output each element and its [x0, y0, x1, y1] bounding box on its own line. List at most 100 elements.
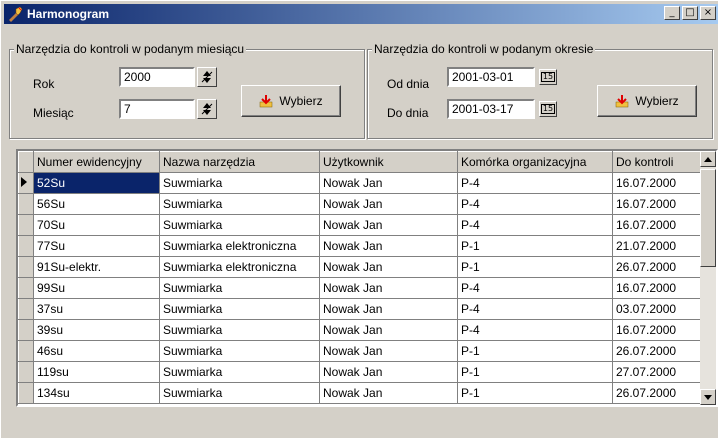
- maximize-button[interactable]: □: [682, 6, 698, 20]
- table-cell[interactable]: 37su: [33, 298, 160, 320]
- from-calendar-button[interactable]: 15: [539, 69, 557, 85]
- scroll-up-button[interactable]: [700, 151, 716, 167]
- table-cell[interactable]: P-4: [457, 298, 613, 320]
- table-cell[interactable]: 39su: [33, 319, 160, 341]
- table-cell[interactable]: Suwmiarka: [159, 340, 320, 362]
- column-header[interactable]: Komórka organizacyjna: [457, 151, 613, 173]
- row-indicator[interactable]: [18, 172, 34, 194]
- table-cell[interactable]: 99Su: [33, 277, 160, 299]
- to-date-field[interactable]: 2001-03-17: [447, 99, 535, 119]
- table-cell[interactable]: 46su: [33, 340, 160, 362]
- column-header[interactable]: Do kontroli: [612, 151, 703, 173]
- close-button[interactable]: ×: [700, 6, 716, 20]
- table-row[interactable]: 39su Suwmiarka Nowak Jan P-4 16.07.2000: [18, 319, 703, 341]
- table-row[interactable]: 119su Suwmiarka Nowak Jan P-1 27.07.2000: [18, 361, 703, 383]
- row-indicator[interactable]: [18, 319, 34, 341]
- table-row[interactable]: 91Su-elektr. Suwmiarka elektroniczna Nowak…: [18, 256, 703, 278]
- table-cell[interactable]: Suwmiarka: [159, 214, 320, 236]
- table-row[interactable]: 77Su Suwmiarka elektroniczna Nowak Jan P-1 2…: [18, 235, 703, 257]
- table-row[interactable]: 52Su Suwmiarka Nowak Jan P-4 16.07.2000: [18, 172, 703, 194]
- table-cell[interactable]: 26.07.2000: [612, 382, 703, 404]
- table-cell[interactable]: 27.07.2000: [612, 361, 703, 383]
- from-date-field[interactable]: 2001-03-01: [447, 67, 535, 87]
- table-cell[interactable]: Nowak Jan: [319, 256, 458, 278]
- table-cell[interactable]: Suwmiarka elektroniczna: [159, 235, 320, 257]
- table-cell[interactable]: Nowak Jan: [319, 298, 458, 320]
- row-indicator[interactable]: [18, 340, 34, 362]
- row-indicator[interactable]: [18, 361, 34, 383]
- table-cell[interactable]: P-1: [457, 382, 613, 404]
- schedule-grid[interactable]: Numer ewidencyjny Nazwa narzędzia Użytko…: [16, 149, 718, 407]
- table-cell[interactable]: 16.07.2000: [612, 214, 703, 236]
- table-cell[interactable]: 16.07.2000: [612, 172, 703, 194]
- table-row[interactable]: 134su Suwmiarka Nowak Jan P-1 26.07.2000: [18, 382, 703, 404]
- table-cell[interactable]: Nowak Jan: [319, 382, 458, 404]
- table-cell[interactable]: P-1: [457, 361, 613, 383]
- table-cell[interactable]: Suwmiarka elektroniczna: [159, 256, 320, 278]
- table-cell[interactable]: 56Su: [33, 193, 160, 215]
- period-select-button[interactable]: Wybierz: [597, 85, 697, 117]
- vertical-scrollbar[interactable]: [700, 151, 716, 405]
- table-cell[interactable]: Nowak Jan: [319, 172, 458, 194]
- year-spinner[interactable]: [197, 67, 217, 87]
- row-indicator[interactable]: [18, 193, 34, 215]
- table-cell[interactable]: Nowak Jan: [319, 340, 458, 362]
- scroll-down-button[interactable]: [700, 389, 716, 405]
- row-indicator[interactable]: [18, 256, 34, 278]
- table-cell[interactable]: 16.07.2000: [612, 277, 703, 299]
- table-row[interactable]: 46su Suwmiarka Nowak Jan P-1 26.07.2000: [18, 340, 703, 362]
- table-cell[interactable]: P-4: [457, 172, 613, 194]
- year-field[interactable]: 2000: [119, 67, 195, 87]
- table-cell[interactable]: Nowak Jan: [319, 319, 458, 341]
- month-spinner[interactable]: [197, 99, 217, 119]
- table-row[interactable]: 70Su Suwmiarka Nowak Jan P-4 16.07.2000: [18, 214, 703, 236]
- table-cell[interactable]: Suwmiarka: [159, 382, 320, 404]
- table-cell[interactable]: 03.07.2000: [612, 298, 703, 320]
- row-indicator[interactable]: [18, 382, 34, 404]
- table-cell[interactable]: Nowak Jan: [319, 361, 458, 383]
- table-cell[interactable]: 77Su: [33, 235, 160, 257]
- table-cell[interactable]: Suwmiarka: [159, 361, 320, 383]
- row-indicator[interactable]: [18, 298, 34, 320]
- table-cell[interactable]: 119su: [33, 361, 160, 383]
- table-cell[interactable]: 26.07.2000: [612, 340, 703, 362]
- to-calendar-button[interactable]: 15: [539, 101, 557, 117]
- table-cell[interactable]: Nowak Jan: [319, 277, 458, 299]
- table-row[interactable]: 56Su Suwmiarka Nowak Jan P-4 16.07.2000: [18, 193, 703, 215]
- table-cell[interactable]: P-1: [457, 256, 613, 278]
- table-cell[interactable]: P-4: [457, 214, 613, 236]
- table-cell[interactable]: P-4: [457, 193, 613, 215]
- table-row[interactable]: 99Su Suwmiarka Nowak Jan P-4 16.07.2000: [18, 277, 703, 299]
- table-cell[interactable]: 16.07.2000: [612, 319, 703, 341]
- table-cell[interactable]: Suwmiarka: [159, 193, 320, 215]
- table-cell[interactable]: 134su: [33, 382, 160, 404]
- row-indicator[interactable]: [18, 214, 34, 236]
- table-cell[interactable]: P-1: [457, 340, 613, 362]
- table-cell[interactable]: Nowak Jan: [319, 193, 458, 215]
- table-cell[interactable]: 52Su: [33, 172, 160, 194]
- table-cell[interactable]: Suwmiarka: [159, 172, 320, 194]
- table-cell[interactable]: P-4: [457, 319, 613, 341]
- table-cell[interactable]: Nowak Jan: [319, 235, 458, 257]
- row-indicator[interactable]: [18, 235, 34, 257]
- table-cell[interactable]: P-4: [457, 277, 613, 299]
- table-cell[interactable]: 91Su-elektr.: [33, 256, 160, 278]
- month-select-button[interactable]: Wybierz: [241, 85, 341, 117]
- row-indicator[interactable]: [18, 277, 34, 299]
- table-cell[interactable]: P-1: [457, 235, 613, 257]
- title-bar[interactable]: Harmonogram _ □ ×: [4, 4, 718, 24]
- table-cell[interactable]: 26.07.2000: [612, 256, 703, 278]
- table-cell[interactable]: 70Su: [33, 214, 160, 236]
- column-header[interactable]: Nazwa narzędzia: [159, 151, 320, 173]
- table-row[interactable]: 37su Suwmiarka Nowak Jan P-4 03.07.2000: [18, 298, 703, 320]
- table-cell[interactable]: Suwmiarka: [159, 319, 320, 341]
- table-cell[interactable]: Nowak Jan: [319, 214, 458, 236]
- month-field[interactable]: 7: [119, 99, 195, 119]
- table-cell[interactable]: Suwmiarka: [159, 298, 320, 320]
- minimize-button[interactable]: _: [664, 6, 680, 20]
- column-header[interactable]: Użytkownik: [319, 151, 458, 173]
- table-cell[interactable]: Suwmiarka: [159, 277, 320, 299]
- table-cell[interactable]: 16.07.2000: [612, 193, 703, 215]
- table-cell[interactable]: 21.07.2000: [612, 235, 703, 257]
- column-header[interactable]: Numer ewidencyjny: [33, 151, 160, 173]
